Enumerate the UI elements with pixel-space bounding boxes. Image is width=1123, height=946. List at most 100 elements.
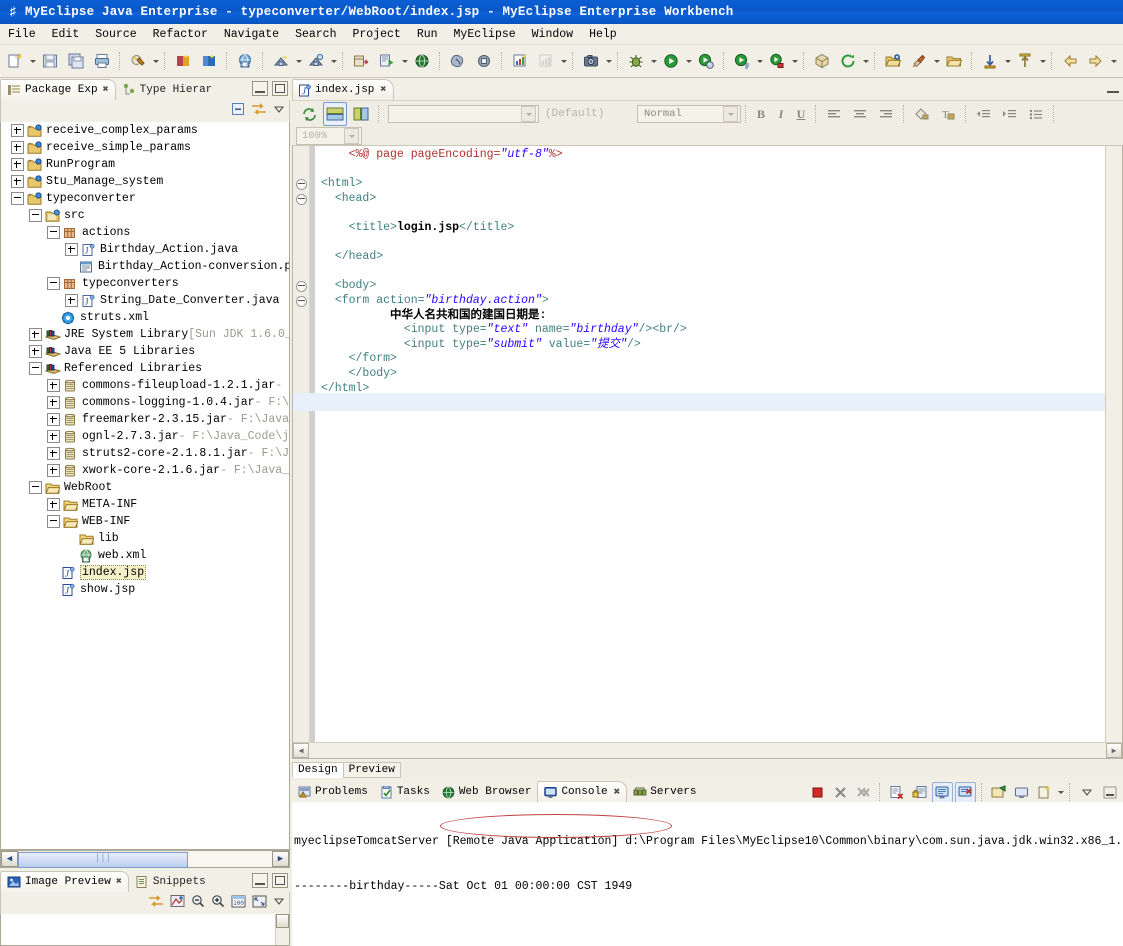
expand-icon[interactable] <box>11 141 24 154</box>
show-console-on-output-icon[interactable] <box>932 781 953 803</box>
pin-icon[interactable] <box>907 49 931 73</box>
palette-icon[interactable] <box>170 894 185 912</box>
expand-icon[interactable] <box>47 379 60 392</box>
editor-vscrollbar[interactable] <box>1105 146 1122 742</box>
quick-fix-icon[interactable] <box>126 49 150 73</box>
remove-all-launches-icon[interactable] <box>853 782 874 803</box>
tree-item[interactable]: ognl-2.7.3.jar - F:\Java_Code\jar <box>1 428 289 445</box>
tree-item[interactable]: struts.xml <box>1 309 289 326</box>
deploy-web-icon[interactable]: 2.0 <box>233 49 257 73</box>
expand-icon[interactable] <box>11 158 24 171</box>
chevron-down-icon[interactable] <box>28 50 37 72</box>
tab-type-hierarchy[interactable]: Type Hierar <box>116 80 219 100</box>
style-combo[interactable] <box>388 105 539 123</box>
chevron-down-icon[interactable] <box>344 128 359 144</box>
tree-item[interactable]: struts2-core-2.1.8.1.jar - F:\Jav <box>1 445 289 462</box>
new-java-package-icon[interactable] <box>810 49 834 73</box>
fold-collapse-icon[interactable] <box>296 179 307 191</box>
menu-refactor[interactable]: Refactor <box>145 26 216 43</box>
new-server-icon[interactable] <box>269 49 293 73</box>
align-left-icon[interactable] <box>822 102 846 126</box>
menu-window[interactable]: Window <box>524 26 581 43</box>
menu-myeclipse[interactable]: MyEclipse <box>446 26 524 43</box>
tree-item[interactable]: Jindex.jsp <box>1 564 289 581</box>
open-file-icon[interactable] <box>942 49 966 73</box>
chevron-down-icon[interactable] <box>294 50 303 72</box>
tab-design[interactable]: Design <box>292 762 344 778</box>
save-all-icon[interactable] <box>64 49 88 73</box>
view-menu-icon[interactable] <box>273 895 285 911</box>
hscroll-thumb[interactable] <box>18 852 188 868</box>
expand-icon[interactable] <box>11 124 24 137</box>
expand-icon[interactable] <box>47 396 60 409</box>
collapse-icon[interactable] <box>29 209 42 222</box>
expand-icon[interactable] <box>11 175 24 188</box>
tree-item[interactable]: freemarker-2.3.15.jar - F:\Java_C <box>1 411 289 428</box>
list-icon[interactable] <box>1024 102 1048 126</box>
align-right-icon[interactable] <box>874 102 898 126</box>
chevron-down-icon[interactable] <box>1056 781 1065 803</box>
tree-item[interactable]: commons-logging-1.0.4.jar - F:\Ja <box>1 394 289 411</box>
collapse-icon[interactable] <box>47 226 60 239</box>
expand-icon[interactable] <box>65 294 78 307</box>
hscroll-track[interactable] <box>18 852 272 868</box>
open-folder-icon[interactable] <box>881 49 905 73</box>
scroll-left-arrow-icon[interactable]: ◀ <box>1 851 18 867</box>
collapse-icon[interactable] <box>11 192 24 205</box>
close-icon[interactable]: ✖ <box>614 785 621 799</box>
print-icon[interactable] <box>90 49 114 73</box>
fit-image-icon[interactable] <box>252 895 267 912</box>
tree-item[interactable]: xwork-core-2.1.6.jar - F:\Java_Co <box>1 462 289 479</box>
tree-item[interactable]: Java EE 5 Libraries <box>1 343 289 360</box>
tree-item[interactable]: actions <box>1 224 289 241</box>
menu-file[interactable]: File <box>0 26 44 43</box>
minimize-view-button[interactable] <box>252 81 268 96</box>
coverage-icon[interactable] <box>765 49 789 73</box>
menu-project[interactable]: Project <box>345 26 409 43</box>
tree-item[interactable]: receive_simple_params <box>1 139 289 156</box>
expand-icon[interactable] <box>47 430 60 443</box>
report-disabled-icon[interactable] <box>534 49 558 73</box>
collapse-icon[interactable] <box>47 277 60 290</box>
run-icon[interactable] <box>659 49 683 73</box>
tree-item[interactable]: Jshow.jsp <box>1 581 289 598</box>
close-icon[interactable]: ✖ <box>116 876 122 888</box>
menu-search[interactable]: Search <box>287 26 344 43</box>
package-explorer-tree[interactable]: receive_complex_params receive_simple_par… <box>0 122 290 850</box>
fill-color-icon[interactable] <box>910 102 934 126</box>
tab-index-jsp[interactable]: J index.jsp ✖ <box>292 79 395 100</box>
chevron-down-icon[interactable] <box>604 50 613 72</box>
tab-console[interactable]: Console ✖ <box>537 781 628 802</box>
pin-console-icon[interactable] <box>988 782 1009 803</box>
tab-image-preview[interactable]: Image Preview ✖ <box>0 871 129 892</box>
chevron-down-icon[interactable] <box>1003 50 1012 72</box>
expand-icon[interactable] <box>47 413 60 426</box>
chevron-down-icon[interactable] <box>649 50 658 72</box>
tree-item[interactable]: JRE System Library [Sun JDK 1.6.0_13 <box>1 326 289 343</box>
tree-item[interactable]: src <box>1 207 289 224</box>
console-output[interactable]: myeclipseTomcatServer [Remote Java Appli… <box>292 802 1123 946</box>
refresh-preview-icon[interactable] <box>297 102 321 126</box>
save-icon[interactable] <box>38 49 62 73</box>
split-horizontal-icon[interactable] <box>323 102 347 126</box>
zoom-combo[interactable]: 100% <box>296 127 362 145</box>
tree-item[interactable]: typeconverter <box>1 190 289 207</box>
debug-icon[interactable] <box>624 49 648 73</box>
italic-button[interactable]: I <box>771 104 791 124</box>
view-menu-icon[interactable] <box>1076 782 1097 803</box>
chevron-down-icon[interactable] <box>559 50 568 72</box>
tab-problems[interactable]: ! Problems <box>292 782 374 802</box>
bold-button[interactable]: B <box>751 104 771 124</box>
tree-item[interactable]: WebRoot <box>1 479 289 496</box>
manage-server-icon[interactable] <box>304 49 328 73</box>
refresh-icon[interactable] <box>836 49 860 73</box>
close-icon[interactable]: ✖ <box>103 84 109 96</box>
maximize-view-button[interactable] <box>272 873 288 888</box>
tab-servers[interactable]: Servers <box>627 782 702 802</box>
scroll-right-arrow-icon[interactable]: ▶ <box>272 851 289 867</box>
chevron-down-icon[interactable] <box>684 50 693 72</box>
collapse-all-icon[interactable] <box>231 102 245 120</box>
indent-icon[interactable] <box>998 102 1022 126</box>
zoom-in-icon[interactable] <box>211 894 225 912</box>
minimize-icon[interactable] <box>1099 782 1120 803</box>
